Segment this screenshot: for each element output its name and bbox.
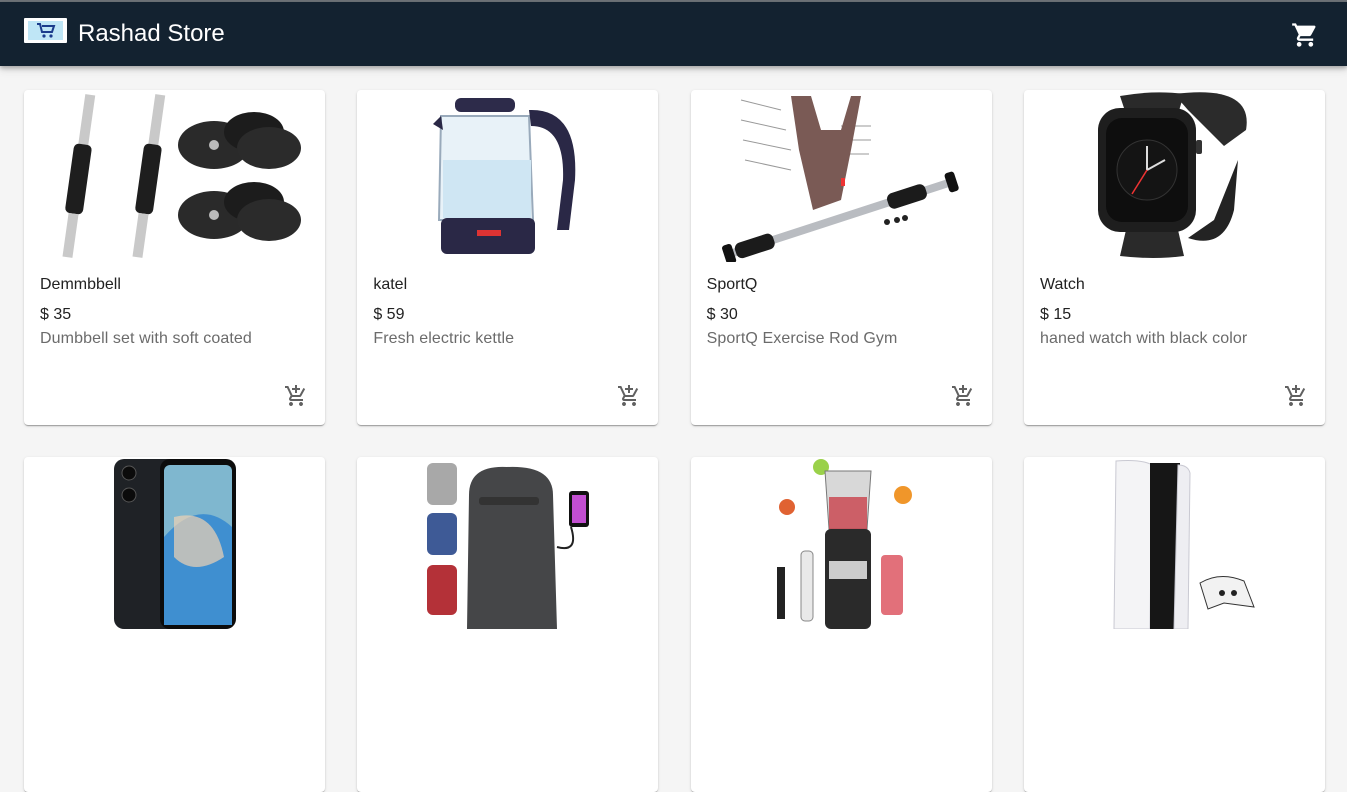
product-card[interactable]: katel $ 59 Fresh electric kettle bbox=[357, 90, 659, 425]
product-description: SportQ Exercise Rod Gym bbox=[706, 330, 898, 347]
product-description: Dumbbell set with soft coated bbox=[40, 330, 252, 347]
add-shopping-cart-icon bbox=[951, 385, 972, 406]
product-card[interactable]: Demmbbell $ 35 Dumbbell set with soft co… bbox=[24, 90, 325, 425]
product-title[interactable]: SportQ bbox=[707, 276, 758, 294]
product-image-dumbbell[interactable] bbox=[24, 90, 325, 262]
add-shopping-cart-icon bbox=[285, 385, 306, 406]
product-image-game-console[interactable] bbox=[1024, 457, 1325, 629]
product-title[interactable]: Watch bbox=[1040, 276, 1085, 294]
product-image-backpack[interactable] bbox=[357, 457, 658, 629]
product-card[interactable] bbox=[1023, 457, 1325, 792]
product-price: $ 15 bbox=[1039, 306, 1072, 323]
product-description: Fresh electric kettle bbox=[373, 330, 515, 347]
product-card[interactable] bbox=[690, 457, 992, 792]
product-image-watch[interactable] bbox=[1024, 90, 1325, 262]
add-to-cart-button[interactable] bbox=[951, 384, 975, 408]
add-shopping-cart-icon bbox=[1284, 385, 1306, 406]
product-image-pull-up-bar[interactable] bbox=[691, 90, 992, 262]
product-price: $ 30 bbox=[706, 306, 738, 323]
product-price: $ 35 bbox=[40, 306, 72, 323]
store-logo[interactable] bbox=[24, 18, 67, 43]
product-price: $ 59 bbox=[373, 306, 405, 323]
product-card[interactable] bbox=[357, 457, 659, 792]
product-description: haned watch with black color bbox=[1039, 330, 1248, 347]
add-to-cart-button[interactable] bbox=[617, 384, 641, 408]
product-title[interactable]: Demmbbell bbox=[40, 276, 121, 294]
add-to-cart-button[interactable] bbox=[1284, 384, 1308, 408]
cart-button[interactable] bbox=[1291, 21, 1319, 49]
product-card[interactable] bbox=[24, 457, 325, 792]
store-title[interactable]: Rashad Store bbox=[78, 19, 225, 49]
product-grid: Demmbbell $ 35 Dumbbell set with soft co… bbox=[24, 90, 1325, 792]
cart-logo-icon bbox=[37, 23, 56, 38]
product-card[interactable]: SportQ $ 30 SportQ Exercise Rod Gym bbox=[690, 90, 992, 425]
shopping-cart-icon bbox=[1292, 23, 1316, 47]
product-image-smartphone[interactable] bbox=[24, 457, 325, 629]
product-image-kettle[interactable] bbox=[357, 90, 658, 262]
product-image-blender[interactable] bbox=[691, 457, 992, 629]
product-card[interactable]: Watch $ 15 haned watch with black color bbox=[1023, 90, 1325, 425]
product-title[interactable]: katel bbox=[373, 276, 407, 294]
app-bar: Rashad Store bbox=[0, 2, 1347, 66]
add-shopping-cart-icon bbox=[618, 385, 639, 406]
add-to-cart-button[interactable] bbox=[284, 384, 308, 408]
